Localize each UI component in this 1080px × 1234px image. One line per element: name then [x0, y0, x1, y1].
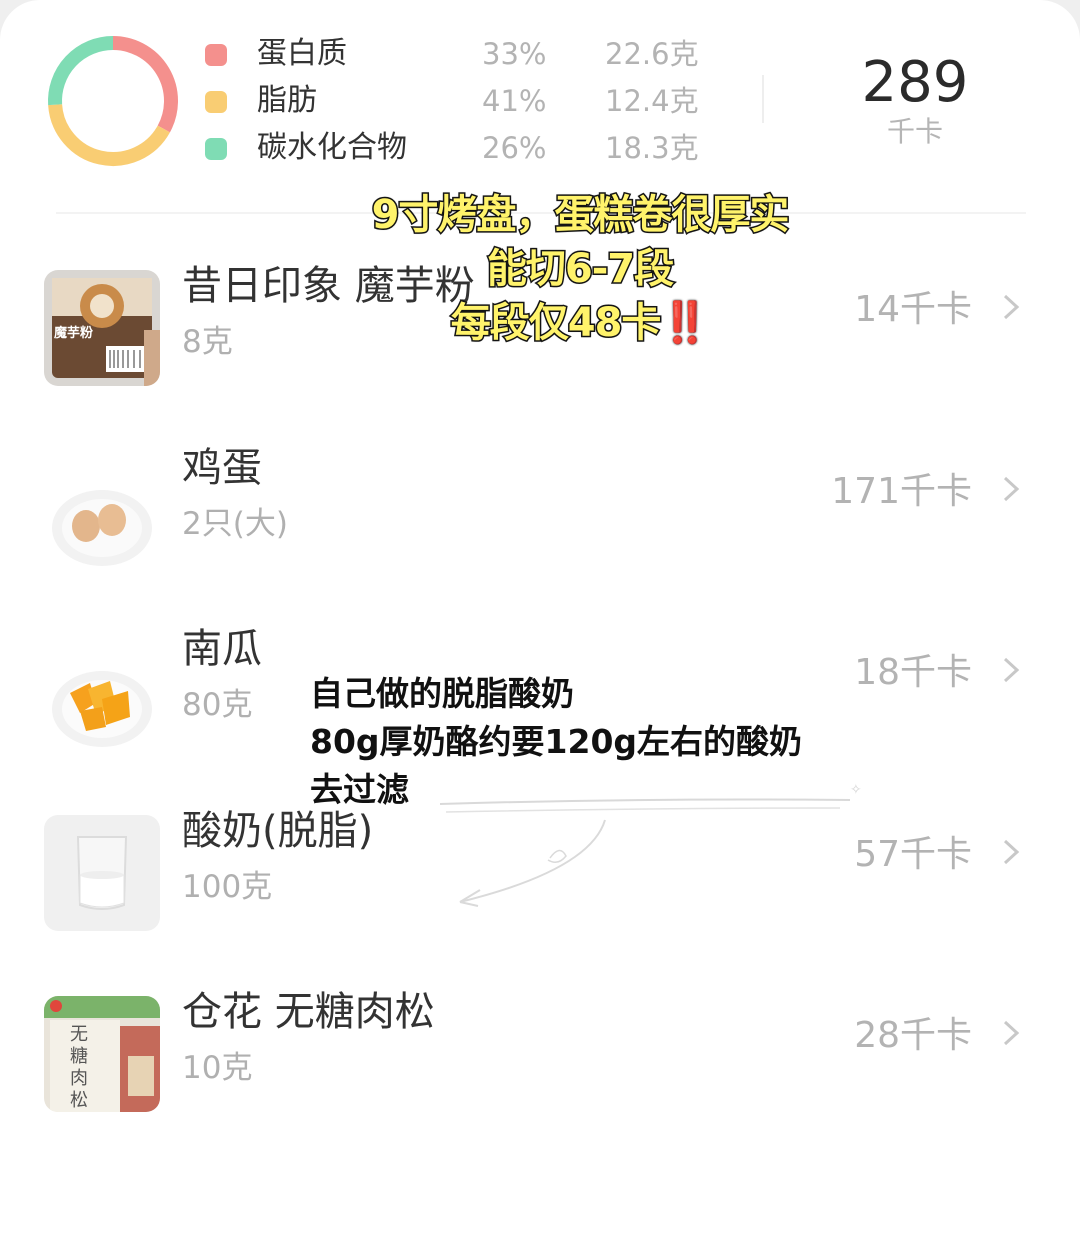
food-name: 南瓜 [182, 626, 262, 672]
food-kcal: 171千卡 [831, 471, 972, 512]
eggs-plate-icon [44, 452, 160, 568]
macro-name: 脂肪 [257, 83, 317, 118]
macro-donut-chart [48, 36, 178, 166]
chevron-right-icon [1003, 657, 1020, 683]
macro-row-carbs: 碳水化合物 26% 18.3克 [205, 128, 725, 168]
food-kcal: 18千卡 [854, 652, 972, 693]
protein-color-dot [205, 44, 227, 66]
macro-grams: 12.4克 [605, 84, 699, 118]
food-name: 仓花 无糖肉松 [182, 989, 435, 1035]
total-kcal: 289 [861, 50, 969, 115]
macro-row-protein: 蛋白质 33% 22.6克 [205, 34, 725, 74]
overlay-line: 9寸烤盘，蛋糕卷很厚实 [370, 191, 791, 240]
carbs-color-dot [205, 138, 227, 160]
macro-name: 蛋白质 [257, 36, 347, 71]
food-amount: 10克 [182, 1050, 253, 1086]
chevron-right-icon [1003, 1020, 1020, 1046]
konjac-flour-package-icon: 魔芋粉 [44, 270, 160, 386]
chevron-right-icon [1003, 839, 1020, 865]
macro-row-fat: 脂肪 41% 12.4克 [205, 81, 725, 121]
package-label: 无糖肉松 [70, 1024, 88, 1111]
total-kcal-unit: 千卡 [886, 115, 943, 148]
food-kcal: 14千卡 [854, 289, 972, 330]
nutrition-summary: 蛋白质 33% 22.6克 脂肪 41% 12.4克 碳水化合物 26% 18.… [0, 0, 1080, 200]
svg-text:✧: ✧ [850, 782, 862, 798]
food-amount: 2只(大) [182, 506, 288, 542]
double-exclamation-icon: ‼️ [660, 300, 711, 347]
food-item[interactable]: 无糖肉松 仓花 无糖肉松 10克 28千卡 [0, 976, 1080, 1136]
hand-drawn-arrow-decoration: ✦ ✧ [440, 770, 883, 907]
overlay-line: 每段仅48卡 [449, 299, 663, 348]
food-amount: 8克 [182, 324, 233, 360]
macro-percent: 26% [482, 131, 547, 165]
food-item[interactable]: 鸡蛋 2只(大) 171千卡 [0, 432, 1080, 592]
package-label: 魔芋粉 [54, 326, 94, 341]
food-amount: 80克 [182, 687, 253, 723]
meal-detail-card: 蛋白质 33% 22.6克 脂肪 41% 12.4克 碳水化合物 26% 18.… [0, 0, 1080, 1234]
macro-percent: 41% [482, 84, 547, 118]
food-amount: 100克 [182, 869, 273, 905]
meat-floss-package-icon: 无糖肉松 [44, 996, 160, 1112]
pumpkin-plate-icon [44, 633, 160, 749]
food-name: 鸡蛋 [182, 445, 262, 491]
chevron-right-icon [1003, 294, 1020, 320]
overlay-caption-top: 9寸烤盘，蛋糕卷很厚实 能切6-7段 每段仅48卡‼️ [330, 188, 830, 350]
overlay-line-wrap: 每段仅48卡‼️ [330, 296, 830, 350]
donut-segment-carbs [48, 36, 114, 106]
food-kcal: 28千卡 [854, 1015, 972, 1056]
macro-grams: 22.6克 [605, 37, 699, 71]
summary-divider [762, 75, 764, 123]
yogurt-glass-icon [44, 815, 160, 931]
macro-percent: 33% [482, 37, 547, 71]
overlay-line: 自己做的脱脂酸奶 [310, 674, 574, 713]
fat-color-dot [205, 91, 227, 113]
svg-text:✦: ✦ [868, 770, 883, 773]
donut-segment-fat [48, 103, 170, 166]
overlay-line: 能切6-7段 [485, 245, 675, 294]
donut-segment-protein [112, 36, 178, 133]
macro-grams: 18.3克 [605, 131, 699, 165]
chevron-right-icon [1003, 476, 1020, 502]
macro-name: 碳水化合物 [257, 130, 407, 165]
overlay-line: 80g厚奶酪约要120g左右的酸奶 [310, 722, 803, 761]
